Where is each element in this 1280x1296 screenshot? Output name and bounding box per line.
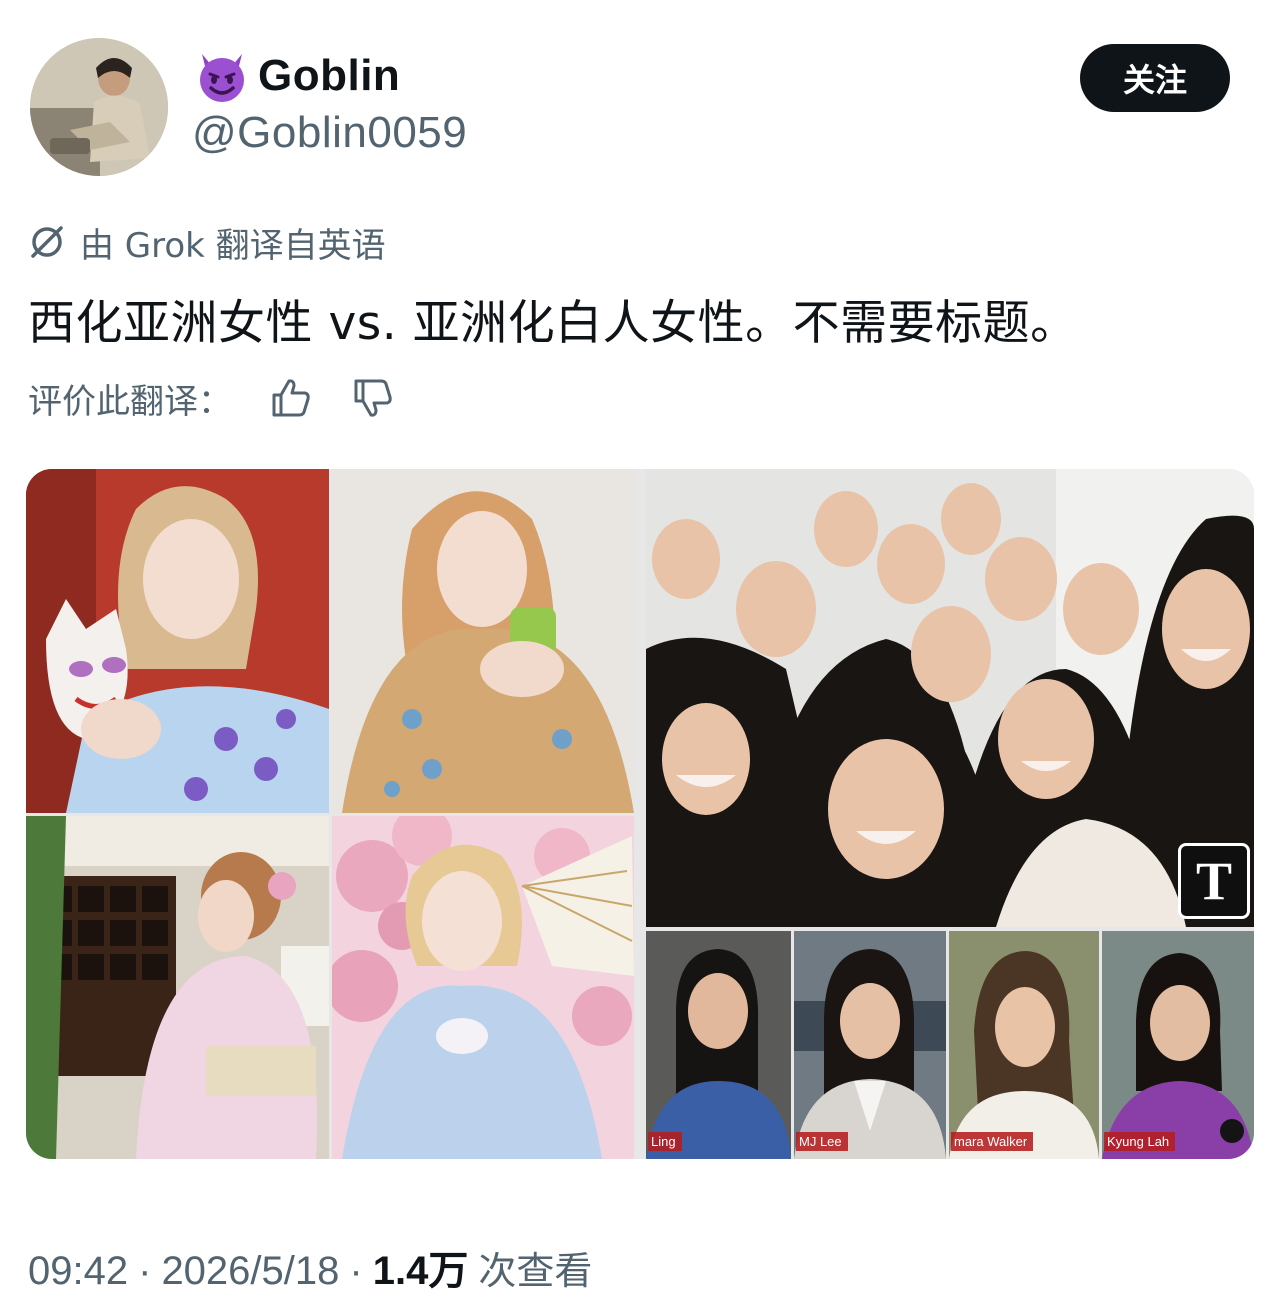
follow-button[interactable]: 关注 [1080,44,1230,112]
rate-translation-row: 评价此翻译： [28,374,432,422]
meta-separator: · [349,1249,363,1293]
nyt-logo-icon: T [1178,843,1250,919]
smiling-devil-icon [200,54,244,102]
views-label: 次查看 [478,1249,593,1293]
tweet-time[interactable]: 09:42 [28,1249,128,1294]
avatar-photo [30,38,168,176]
tweet-meta: 09:42 · 2026/5/18 · 1.4万 次查看 [28,1238,592,1293]
tweet-text: 西化亚洲女性 vs. 亚洲化白人女性。不需要标题。 [28,296,1078,351]
author-handle[interactable]: @Goblin0059 [192,108,467,158]
translation-note-text: 由 Grok 翻译自英语 [80,225,386,266]
anchor-caption-4: Kyung Lah [1104,1132,1176,1151]
grok-icon [31,226,63,258]
author-display-name[interactable]: Goblin [258,51,400,101]
media-photo-anchor-3[interactable]: mara Walker [949,931,1099,1159]
translation-note: 由 Grok 翻译自英语 [28,218,386,266]
author-avatar[interactable] [30,38,168,176]
media-photo-kimono-lantern[interactable] [26,816,329,1159]
media-photo-anchor-2[interactable]: MJ Lee [794,931,946,1159]
tweet-media[interactable]: T Ling MJ Lee mara Walker Kyung Lah [26,469,1254,1159]
rate-translation-label: 评价此翻译： [28,381,232,422]
media-photo-kimono-tea-cup[interactable] [332,469,634,813]
thumbs-up-icon[interactable] [268,375,314,421]
media-photo-group-selfie[interactable]: T [646,469,1254,927]
media-photo-anchor-4[interactable]: Kyung Lah [1102,931,1254,1159]
anchor-caption-2: MJ Lee [796,1132,848,1151]
author-name-row[interactable]: Goblin [194,46,400,106]
meta-separator: · [138,1249,152,1293]
media-photo-kimono-fox-mask[interactable] [26,469,329,813]
media-photo-kimono-cherry-fan[interactable] [332,816,634,1159]
views-count[interactable]: 1.4万 [373,1238,469,1296]
media-photo-anchor-1[interactable]: Ling [646,931,791,1159]
thumbs-down-icon[interactable] [350,375,396,421]
anchor-caption-1: Ling [648,1132,682,1151]
tweet-date[interactable]: 2026/5/18 [161,1249,339,1294]
anchor-caption-3: mara Walker [951,1132,1034,1151]
